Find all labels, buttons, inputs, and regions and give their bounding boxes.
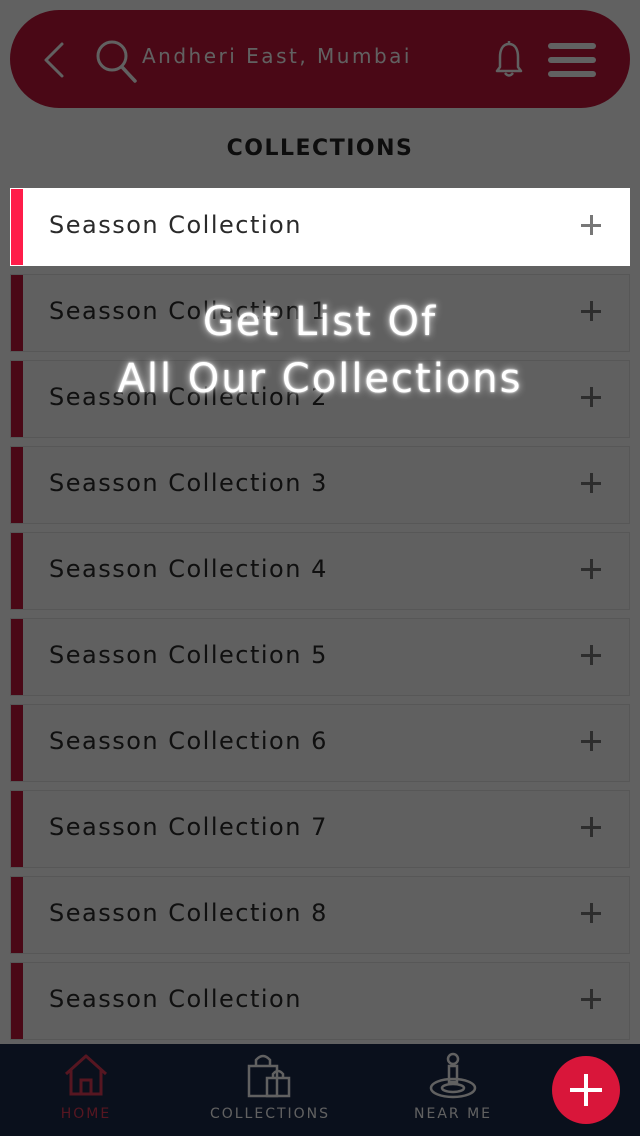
shopping-bags-icon: [247, 1054, 291, 1098]
nav-near-me-label: NEAR ME: [414, 1106, 492, 1122]
row-accent-stripe: [11, 791, 23, 867]
collection-label: Seasson Collection: [49, 211, 302, 239]
collection-label: Seasson Collection 8: [49, 899, 328, 927]
expand-plus-icon[interactable]: [577, 985, 605, 1013]
expand-plus-icon[interactable]: [577, 641, 605, 669]
expand-plus-icon[interactable]: [577, 555, 605, 583]
back-arrow-icon[interactable]: [38, 40, 72, 80]
nav-collections-label: COLLECTIONS: [209, 1106, 331, 1122]
row-accent-stripe: [11, 619, 23, 695]
collection-row[interactable]: Seasson Collection 6: [10, 704, 630, 782]
row-accent-stripe: [11, 533, 23, 609]
expand-plus-icon[interactable]: [577, 727, 605, 755]
row-accent-stripe: [11, 447, 23, 523]
collection-label: Seasson Collection 4: [49, 555, 328, 583]
bell-icon[interactable]: [494, 40, 524, 80]
nav-collections[interactable]: COLLECTIONS: [200, 1044, 340, 1136]
collection-label: Seasson Collection 5: [49, 641, 328, 669]
nav-home[interactable]: HOME: [36, 1044, 136, 1136]
tutorial-caption-line2: All Our Collections: [117, 356, 523, 402]
collection-row[interactable]: Seasson Collection 5: [10, 618, 630, 696]
collection-label: Seasson Collection 3: [49, 469, 328, 497]
collection-row[interactable]: Seasson Collection 3: [10, 446, 630, 524]
hamburger-menu-icon[interactable]: [548, 42, 596, 78]
collection-label: Seasson Collection 7: [49, 813, 328, 841]
expand-plus-icon[interactable]: [577, 211, 605, 239]
row-accent-stripe: [11, 877, 23, 953]
collection-label: Seasson Collection: [49, 985, 302, 1013]
add-fab-button[interactable]: [552, 1056, 620, 1124]
collection-row-active[interactable]: Seasson Collection: [10, 188, 630, 266]
collection-label: Seasson Collection 6: [49, 727, 328, 755]
collection-row[interactable]: Seasson Collection 8: [10, 876, 630, 954]
expand-plus-icon[interactable]: [577, 469, 605, 497]
row-accent-stripe: [11, 705, 23, 781]
nav-near-me[interactable]: NEAR ME: [400, 1044, 506, 1136]
bottom-navigation-bar: HOME COLLECTIONS NEAR ME: [0, 1044, 640, 1136]
collection-row[interactable]: Seasson Collection 7: [10, 790, 630, 868]
expand-plus-icon[interactable]: [577, 813, 605, 841]
tutorial-caption-line1: Get List Of: [202, 299, 438, 345]
nav-home-label: HOME: [60, 1106, 112, 1122]
location-person-icon: [429, 1052, 477, 1099]
tutorial-caption: Get List Of All Our Collections: [0, 294, 640, 408]
page-title: COLLECTIONS: [226, 136, 414, 161]
collection-row[interactable]: Seasson Collection: [10, 962, 630, 1040]
search-icon[interactable]: [94, 38, 138, 84]
collection-row[interactable]: Seasson Collection 4: [10, 532, 630, 610]
expand-plus-icon[interactable]: [577, 899, 605, 927]
location-text[interactable]: Andheri East, Mumbai: [142, 44, 412, 68]
row-accent-stripe: [11, 189, 23, 265]
top-header-bar: Andheri East, Mumbai: [10, 10, 630, 108]
home-icon: [64, 1054, 108, 1096]
row-accent-stripe: [11, 963, 23, 1039]
